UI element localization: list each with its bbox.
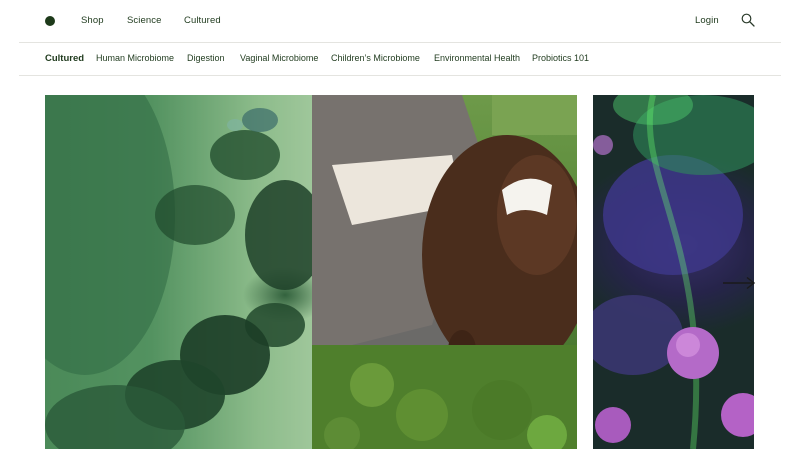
subnav-item-environmental-health[interactable]: Environmental Health bbox=[434, 53, 520, 63]
subnav-item-human-microbiome[interactable]: Human Microbiome bbox=[96, 53, 174, 63]
microbes-illustration bbox=[593, 95, 754, 449]
login-link[interactable]: Login bbox=[695, 15, 719, 26]
hero-image-person-in-grass[interactable] bbox=[312, 95, 577, 449]
person-in-grass-illustration bbox=[312, 95, 577, 449]
hero-image-algae[interactable] bbox=[45, 95, 312, 449]
subnav-item-cultured[interactable]: Cultured bbox=[45, 53, 84, 64]
nav-shop-link[interactable]: Shop bbox=[81, 15, 104, 26]
subnav-item-childrens-microbiome[interactable]: Children’s Microbiome bbox=[331, 53, 420, 63]
subnav-divider bbox=[19, 75, 781, 76]
arrow-right-icon[interactable] bbox=[722, 276, 756, 290]
nav-cultured-link[interactable]: Cultured bbox=[184, 15, 221, 26]
hero-image-microbes[interactable] bbox=[593, 95, 754, 449]
algae-illustration bbox=[45, 95, 312, 449]
subnav-item-probiotics-101[interactable]: Probiotics 101 bbox=[532, 53, 589, 63]
logo-icon[interactable] bbox=[45, 16, 55, 26]
nav-science-link[interactable]: Science bbox=[127, 15, 162, 26]
top-navigation: Shop Science Cultured Login bbox=[0, 0, 800, 42]
search-icon[interactable] bbox=[741, 13, 755, 27]
subnav-item-digestion[interactable]: Digestion bbox=[187, 53, 225, 63]
category-navigation: Cultured Human Microbiome Digestion Vagi… bbox=[0, 43, 800, 75]
subnav-item-vaginal-microbiome[interactable]: Vaginal Microbiome bbox=[240, 53, 318, 63]
